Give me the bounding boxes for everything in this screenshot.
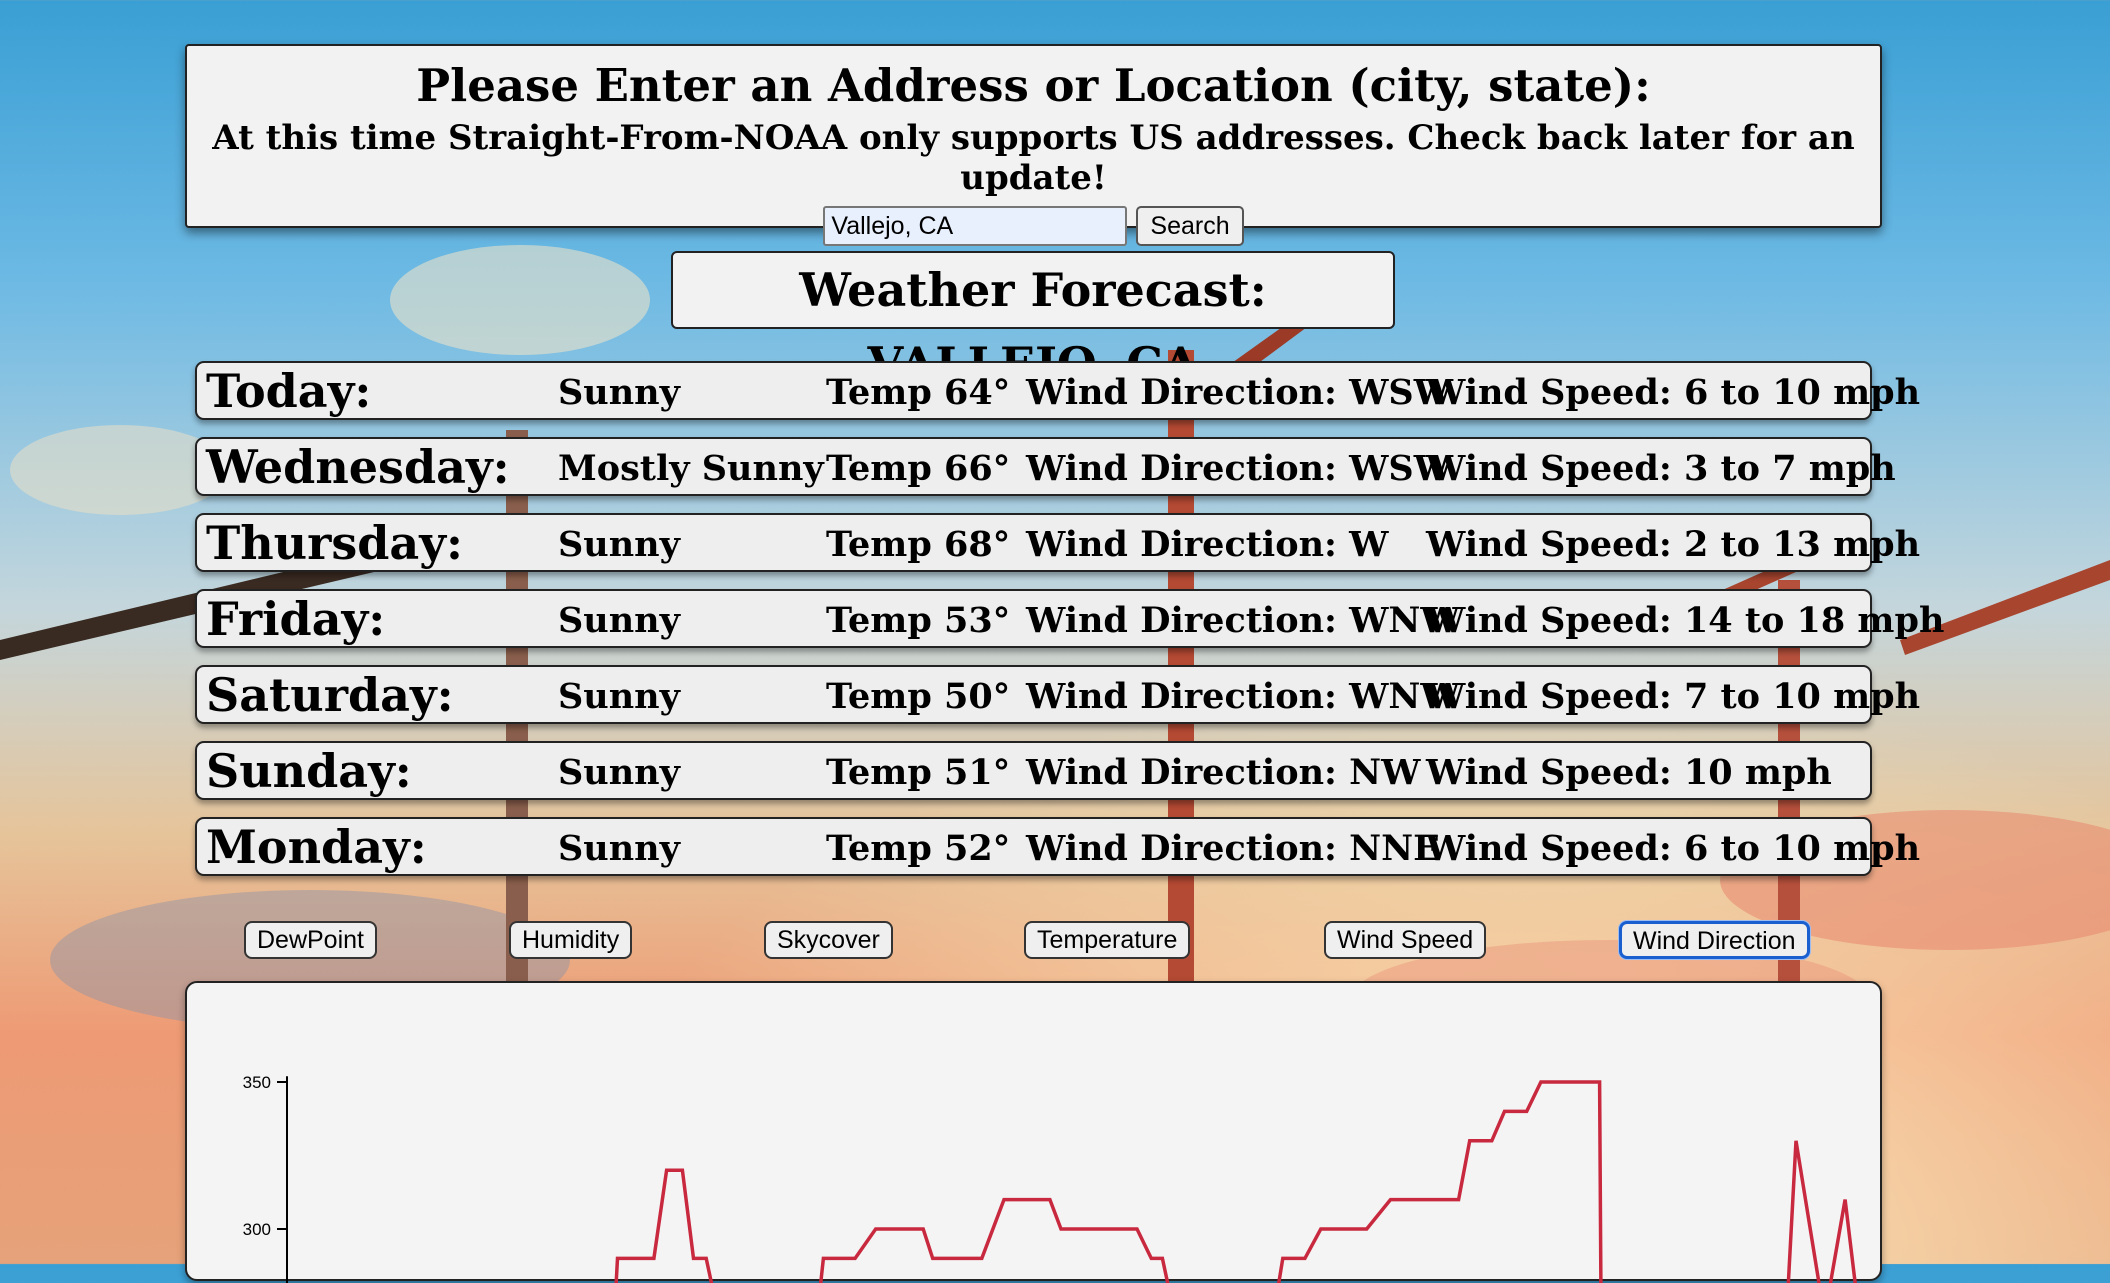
location-input[interactable]	[823, 206, 1128, 246]
forecast-day: Friday:	[206, 592, 386, 646]
forecast-condition: Sunny	[558, 752, 680, 793]
forecast-wind-direction: Wind Direction: WSW	[1026, 372, 1454, 413]
forecast-condition: Mostly Sunny	[558, 448, 824, 489]
forecast-wind-speed: Wind Speed: 10 mph	[1426, 752, 1832, 793]
y-tick-label: 350	[243, 1073, 271, 1092]
y-tick-label: 300	[243, 1220, 271, 1239]
forecast-condition: Sunny	[558, 524, 680, 565]
forecast-row-thursday: Thursday: Sunny Temp 68° Wind Direction:…	[195, 513, 1920, 572]
skycover-chart-button[interactable]: Skycover	[764, 921, 893, 959]
forecast-wind-direction: Wind Direction: WSW	[1026, 448, 1454, 489]
wind-speed-chart-button[interactable]: Wind Speed	[1324, 921, 1487, 959]
forecast-wind-direction: Wind Direction: WNW	[1026, 676, 1460, 717]
forecast-temp: Temp 66°	[826, 448, 1011, 489]
forecast-temp: Temp 68°	[826, 524, 1011, 565]
forecast-row-today: Today: Sunny Temp 64° Wind Direction: WS…	[195, 361, 1920, 420]
forecast-wind-speed: Wind Speed: 6 to 10 mph	[1426, 828, 1921, 869]
wind-direction-chart-button[interactable]: Wind Direction	[1619, 921, 1810, 959]
forecast-wind-direction: Wind Direction: NNE	[1026, 828, 1440, 869]
forecast-day: Today:	[206, 364, 372, 418]
forecast-day: Saturday:	[206, 668, 454, 722]
forecast-day: Monday:	[206, 820, 427, 874]
forecast-wind-speed: Wind Speed: 7 to 10 mph	[1426, 676, 1921, 717]
humidity-chart-button[interactable]: Humidity	[509, 921, 633, 959]
forecast-row-sunday: Sunday: Sunny Temp 51° Wind Direction: N…	[195, 741, 1872, 800]
forecast-temp: Temp 50°	[826, 676, 1011, 717]
search-panel: Please Enter an Address or Location (cit…	[185, 44, 1882, 246]
forecast-wind-direction: Wind Direction: NW	[1026, 752, 1421, 793]
forecast-row-monday: Monday: Sunny Temp 52° Wind Direction: N…	[195, 817, 1920, 876]
wind-direction-chart: 350 300	[243, 1073, 1857, 1283]
forecast-row-saturday: Saturday: Sunny Temp 50° Wind Direction:…	[195, 665, 1920, 724]
wind-direction-series-line	[614, 1080, 1857, 1283]
search-row: Search	[187, 206, 1880, 246]
temperature-chart-button[interactable]: Temperature	[1024, 921, 1191, 959]
forecast-temp: Temp 64°	[826, 372, 1011, 413]
forecast-temp: Temp 52°	[826, 828, 1011, 869]
forecast-temp: Temp 51°	[826, 752, 1011, 793]
forecast-row-wednesday: Wednesday: Mostly Sunny Temp 66° Wind Di…	[195, 437, 1896, 496]
search-button[interactable]: Search	[1136, 206, 1244, 246]
dewpoint-chart-button[interactable]: DewPoint	[244, 921, 377, 959]
forecast-wind-speed: Wind Speed: 2 to 13 mph	[1426, 524, 1921, 565]
forecast-temp: Temp 53°	[826, 600, 1011, 641]
forecast-title: Weather Forecast: VALLEJO, CA	[671, 251, 1395, 391]
search-title: Please Enter an Address or Location (cit…	[416, 59, 1651, 112]
forecast-wind-speed: Wind Speed: 6 to 10 mph	[1426, 372, 1921, 413]
forecast-condition: Sunny	[558, 828, 680, 869]
forecast-condition: Sunny	[558, 676, 680, 717]
forecast-day: Sunday:	[206, 744, 412, 798]
chart-panel: 350 300	[185, 981, 1882, 1283]
search-subtitle: At this time Straight-From-NOAA only sup…	[212, 118, 1855, 198]
forecast-wind-direction: Wind Direction: WNW	[1026, 600, 1460, 641]
forecast-row-friday: Friday: Sunny Temp 53° Wind Direction: W…	[195, 589, 1944, 648]
forecast-day: Thursday:	[206, 516, 463, 570]
forecast-condition: Sunny	[558, 600, 680, 641]
forecast-wind-direction: Wind Direction: W	[1026, 524, 1389, 565]
forecast-day: Wednesday:	[206, 440, 510, 494]
forecast-condition: Sunny	[558, 372, 680, 413]
forecast-wind-speed: Wind Speed: 14 to 18 mph	[1426, 600, 1945, 641]
forecast-wind-speed: Wind Speed: 3 to 7 mph	[1426, 448, 1896, 489]
